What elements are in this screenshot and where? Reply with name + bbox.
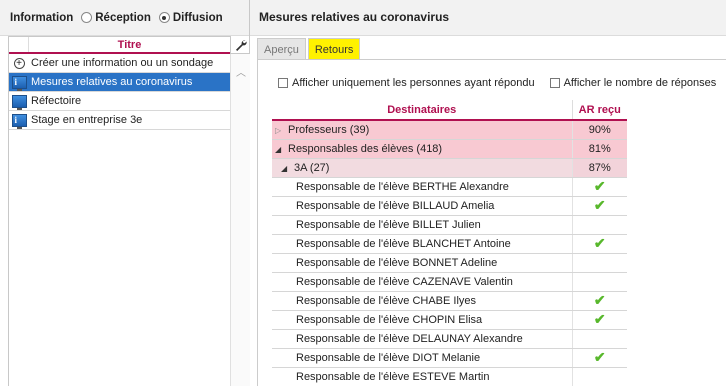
- recipients-table: Destinataires AR reçu ▷ Professeurs (39) …: [272, 100, 627, 386]
- list-header-title[interactable]: Titre: [29, 37, 230, 52]
- table-row[interactable]: Responsable de l'élève CHABE Ilyes ✔: [272, 291, 627, 311]
- recipient-name: Responsable de l'élève CHABE Ilyes: [272, 291, 573, 311]
- column-header-ar[interactable]: AR reçu: [572, 100, 627, 121]
- ack-cell: ✔: [572, 234, 627, 254]
- ack-cell: ✔: [572, 177, 627, 197]
- group-row-professeurs[interactable]: ▷ Professeurs (39) 90%: [272, 120, 627, 140]
- information-list: Titre + Créer une information ou un sond…: [8, 36, 230, 386]
- show-count-label: Afficher le nombre de réponses: [563, 77, 717, 89]
- radio-reception-label: Réception: [95, 11, 151, 24]
- ack-cell: [572, 215, 627, 235]
- tab-apercu[interactable]: Aperçu: [257, 38, 306, 60]
- table-row[interactable]: Responsable de l'élève BONNET Adeline: [272, 253, 627, 273]
- only-responded-label: Afficher uniquement les personnes ayant …: [292, 77, 535, 89]
- group-pct: 81%: [572, 139, 627, 159]
- radio-reception-dot[interactable]: [81, 12, 93, 23]
- ack-cell: [572, 367, 627, 386]
- information-mode-bar: Information Réception Diffusion: [0, 0, 249, 36]
- tab-bar: Aperçu Retours: [257, 36, 362, 60]
- check-icon: ✔: [593, 349, 606, 365]
- list-item-label: Créer une information ou un sondage: [31, 57, 214, 69]
- list-header: Titre: [9, 36, 230, 54]
- wrench-icon[interactable]: [230, 36, 250, 54]
- chevron-up-icon[interactable]: ︿: [236, 64, 246, 79]
- group-label: 3A (27): [294, 161, 330, 174]
- info-monitor-icon: i: [9, 113, 29, 129]
- recipient-name: Responsable de l'élève BERTHE Alexandre: [272, 177, 573, 197]
- recipient-name: Responsable de l'élève ESTEVE Martin: [272, 367, 573, 386]
- recipient-name: Responsable de l'élève CAZENAVE Valentin: [272, 272, 573, 292]
- only-responded-box[interactable]: [278, 78, 288, 88]
- recipient-name: Responsable de l'élève BILLAUD Amelia: [272, 196, 573, 216]
- ack-cell: ✔: [572, 291, 627, 311]
- group-pct: 87%: [572, 158, 627, 178]
- radio-diffusion-label: Diffusion: [172, 11, 223, 24]
- list-item-create[interactable]: + Créer une information ou un sondage: [9, 54, 230, 73]
- left-panel: Information Réception Diffusion Titre + …: [0, 0, 250, 386]
- show-count-box[interactable]: [549, 78, 560, 88]
- list-item-coronavirus[interactable]: i Mesures relatives au coronavirus: [9, 73, 230, 92]
- list-item-refectoire[interactable]: Réfectoire: [9, 92, 230, 111]
- only-responded-checkbox[interactable]: Afficher uniquement les personnes ayant …: [278, 77, 535, 89]
- monitor-icon: [9, 94, 29, 110]
- ack-cell: [572, 253, 627, 273]
- info-monitor-icon: i: [9, 75, 29, 91]
- group-pct: 90%: [572, 120, 627, 140]
- list-item-label: Mesures relatives au coronavirus: [31, 76, 193, 88]
- ack-cell: [572, 272, 627, 292]
- plus-circle-icon: +: [9, 57, 29, 69]
- information-label: Information: [10, 11, 74, 24]
- check-icon: ✔: [593, 178, 606, 194]
- group-row-responsables[interactable]: ◢ Responsables des élèves (418) 81%: [272, 139, 627, 159]
- table-row[interactable]: Responsable de l'élève DELAUNAY Alexandr…: [272, 329, 627, 349]
- check-icon: ✔: [593, 197, 606, 213]
- radio-reception[interactable]: Réception: [81, 12, 151, 24]
- radio-diffusion[interactable]: Diffusion: [158, 11, 223, 24]
- list-item-label: Réfectoire: [31, 95, 82, 107]
- page-title: Mesures relatives au coronavirus: [250, 0, 726, 36]
- collapse-triangle-icon[interactable]: ◢: [281, 164, 291, 173]
- table-row[interactable]: Responsable de l'élève BLANCHET Antoine ✔: [272, 234, 627, 254]
- person-rows: Responsable de l'élève BERTHE Alexandre ✔…: [272, 177, 627, 386]
- ack-cell: ✔: [572, 310, 627, 330]
- table-row[interactable]: Responsable de l'élève BERTHE Alexandre ✔: [272, 177, 627, 197]
- radio-diffusion-dot[interactable]: [158, 12, 170, 23]
- list-scrollbar[interactable]: ︿: [230, 54, 250, 386]
- table-row[interactable]: Responsable de l'élève DIOT Melanie ✔: [272, 348, 627, 368]
- column-header-recipients[interactable]: Destinataires: [272, 100, 573, 121]
- list-header-icon-column: [9, 37, 29, 52]
- ack-cell: [572, 329, 627, 349]
- group-label: Professeurs (39): [288, 123, 370, 136]
- check-icon: ✔: [593, 292, 606, 308]
- expand-triangle-icon[interactable]: ▷: [275, 126, 285, 135]
- recipient-name: Responsable de l'élève DELAUNAY Alexandr…: [272, 329, 573, 349]
- table-row[interactable]: Responsable de l'élève ESTEVE Martin: [272, 367, 627, 386]
- recipient-name: Responsable de l'élève DIOT Melanie: [272, 348, 573, 368]
- group-row-3a[interactable]: ◢ 3A (27) 87%: [272, 158, 627, 178]
- ack-cell: ✔: [572, 196, 627, 216]
- group-label: Responsables des élèves (418): [288, 142, 443, 155]
- list-item-stage[interactable]: i Stage en entreprise 3e: [9, 111, 230, 130]
- display-options: Afficher uniquement les personnes ayant …: [278, 77, 716, 89]
- collapse-triangle-icon[interactable]: ◢: [275, 145, 285, 154]
- table-row[interactable]: Responsable de l'élève BILLET Julien: [272, 215, 627, 235]
- ack-cell: ✔: [572, 348, 627, 368]
- recipient-name: Responsable de l'élève BONNET Adeline: [272, 253, 573, 273]
- recipient-name: Responsable de l'élève BLANCHET Antoine: [272, 234, 573, 254]
- check-icon: ✔: [593, 235, 606, 251]
- check-icon: ✔: [593, 311, 606, 327]
- recipient-name: Responsable de l'élève BILLET Julien: [272, 215, 573, 235]
- recipient-name: Responsable de l'élève CHOPIN Elisa: [272, 310, 573, 330]
- table-row[interactable]: Responsable de l'élève CHOPIN Elisa ✔: [272, 310, 627, 330]
- show-count-checkbox[interactable]: Afficher le nombre de réponses: [549, 77, 717, 89]
- table-row[interactable]: Responsable de l'élève CAZENAVE Valentin: [272, 272, 627, 292]
- tab-retours[interactable]: Retours: [307, 38, 361, 60]
- list-item-label: Stage en entreprise 3e: [31, 114, 143, 126]
- table-row[interactable]: Responsable de l'élève BILLAUD Amelia ✔: [272, 196, 627, 216]
